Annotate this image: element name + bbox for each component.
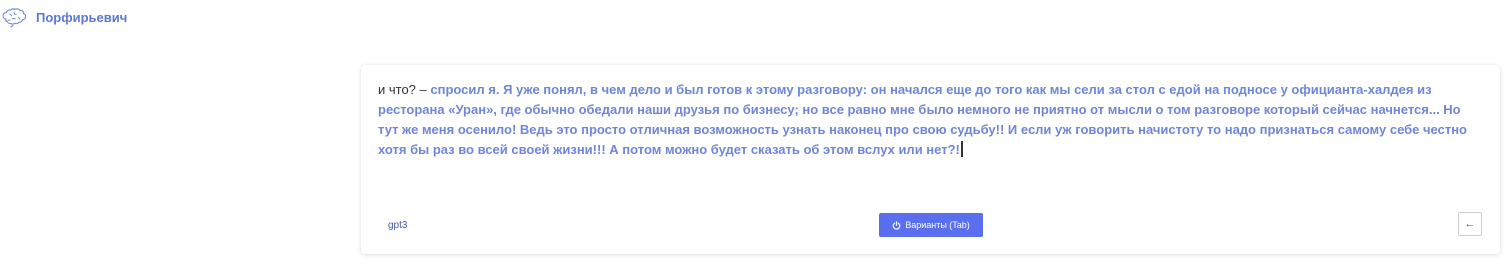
app-title[interactable]: Порфирьевич (36, 10, 127, 25)
brain-icon[interactable] (2, 8, 27, 28)
text-editor[interactable]: и что? – спросил я. Я уже понял, в чем д… (378, 80, 1483, 160)
text-caret (960, 141, 963, 157)
arrow-left-icon: ← (1464, 218, 1476, 230)
model-label[interactable]: gpt3 (388, 220, 407, 231)
variants-button[interactable]: Варианты (Tab) (879, 213, 983, 237)
user-text: и что? – (378, 82, 427, 97)
power-icon (892, 220, 901, 230)
generated-text: спросил я. Я уже понял, в чем дело и был… (378, 82, 1467, 157)
variants-button-label: Варианты (Tab) (905, 220, 970, 230)
editor-card: и что? – спросил я. Я уже понял, в чем д… (361, 65, 1500, 254)
back-button[interactable]: ← (1458, 212, 1482, 236)
